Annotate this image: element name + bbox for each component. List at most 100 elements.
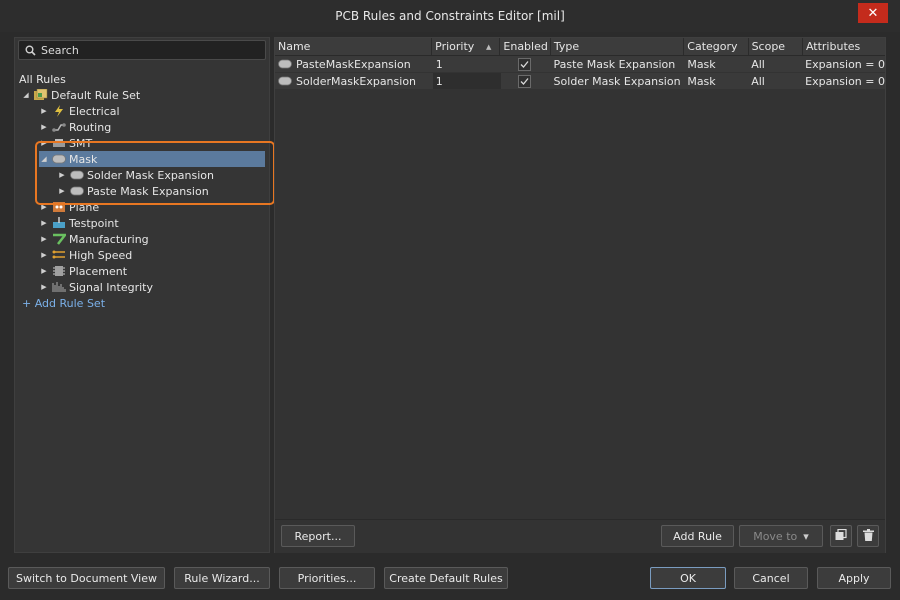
priority-cell: 1 — [432, 73, 501, 89]
apply-button[interactable]: Apply — [817, 567, 891, 589]
high-speed-icon — [52, 249, 66, 261]
tree-item-electrical[interactable]: ▶ Electrical — [39, 103, 120, 119]
cancel-button[interactable]: Cancel — [734, 567, 808, 589]
priorities-button[interactable]: Priorities... — [279, 567, 375, 589]
switch-to-document-view-button[interactable]: Switch to Document View — [8, 567, 165, 589]
attributes-cell: Expansion = 0m — [805, 74, 885, 88]
rule-set-icon — [34, 89, 48, 101]
button-label: Cancel — [752, 571, 790, 585]
rule-name-cell: SolderMaskExpansion — [275, 73, 433, 89]
rule-name: SolderMaskExpansion — [296, 74, 417, 88]
manufacturing-icon — [52, 233, 66, 245]
trash-icon — [862, 528, 874, 544]
tree-item-manufacturing[interactable]: ▶ Manufacturing — [39, 231, 149, 247]
callout-highlight — [35, 141, 275, 205]
move-to-label: Move to — [753, 529, 798, 543]
priority-cell: 1 — [435, 57, 443, 71]
tree-item-label: High Speed — [69, 248, 133, 262]
dropdown-caret-icon: ▾ — [803, 529, 809, 543]
scope-cell: All — [751, 74, 765, 88]
button-label: Create Default Rules — [389, 571, 503, 585]
title-bar: PCB Rules and Constraints Editor [mil] ✕ — [0, 0, 900, 32]
expand-arrow-icon[interactable]: ▶ — [39, 263, 49, 279]
close-icon: ✕ — [867, 5, 879, 21]
category-cell: Mask — [687, 74, 716, 88]
tree-item-default-rule-set[interactable]: ◢ Default Rule Set — [21, 87, 140, 103]
expand-arrow-icon[interactable]: ▶ — [39, 279, 49, 295]
tree-item-high-speed[interactable]: ▶ High Speed — [39, 247, 132, 263]
testpoint-icon — [52, 217, 66, 229]
tree-item-label: Electrical — [69, 104, 120, 118]
column-header-label: Priority — [435, 40, 475, 53]
rules-list-panel: Name Priority ▲ Enabled Type Category Sc… — [274, 37, 886, 553]
column-header-category[interactable]: Category — [684, 38, 749, 55]
tree-item-label: Signal Integrity — [69, 280, 153, 294]
search-icon — [19, 45, 41, 56]
enabled-cell — [501, 73, 551, 89]
column-header-type[interactable]: Type — [551, 38, 685, 55]
rule-wizard-button[interactable]: Rule Wizard... — [174, 567, 270, 589]
search-input[interactable] — [41, 43, 251, 57]
expand-arrow-icon[interactable]: ▶ — [39, 103, 49, 119]
rule-name: PasteMaskExpansion — [296, 57, 411, 71]
type-cell: Paste Mask Expansion — [553, 57, 676, 71]
column-header-priority[interactable]: Priority ▲ — [432, 38, 501, 55]
enabled-checkbox[interactable] — [517, 57, 531, 71]
button-label: Switch to Document View — [16, 571, 157, 585]
table-row[interactable]: PasteMaskExpansion 1 Paste Mask Expansio… — [275, 56, 885, 73]
type-cell: Solder Mask Expansion — [553, 74, 681, 88]
rule-name-cell: PasteMaskExpansion — [275, 56, 433, 72]
button-label: Priorities... — [297, 571, 357, 585]
tree-item-label: Testpoint — [69, 216, 119, 230]
enabled-cell — [501, 56, 551, 72]
table-row[interactable]: SolderMaskExpansion 1 Solder Mask Expans… — [275, 73, 885, 90]
panel-button-bar: Report... Add Rule Move to ▾ — [275, 519, 885, 553]
report-button[interactable]: Report... — [281, 525, 355, 547]
rules-tree-panel: All Rules ◢ Default Rule Set ▶ Electrica… — [14, 37, 270, 553]
duplicate-rule-button[interactable] — [830, 525, 852, 547]
search-box[interactable] — [18, 40, 266, 60]
tree-item-label: Manufacturing — [69, 232, 149, 246]
tree-item-testpoint[interactable]: ▶ Testpoint — [39, 215, 119, 231]
expand-arrow-icon[interactable]: ▶ — [39, 231, 49, 247]
mask-rule-icon — [278, 58, 292, 70]
attributes-cell: Expansion = 0m — [805, 57, 885, 71]
column-header-attributes[interactable]: Attributes — [803, 38, 885, 55]
add-rule-button[interactable]: Add Rule — [661, 525, 734, 547]
tree-item-placement[interactable]: ▶ Placement — [39, 263, 127, 279]
tree-item-label: Routing — [69, 120, 112, 134]
ok-button[interactable]: OK — [650, 567, 726, 589]
collapse-arrow-icon[interactable]: ◢ — [21, 87, 31, 103]
expand-arrow-icon[interactable]: ▶ — [39, 119, 49, 135]
electrical-icon — [52, 105, 66, 117]
create-default-rules-button[interactable]: Create Default Rules — [384, 567, 508, 589]
placement-icon — [52, 265, 66, 277]
button-label: Apply — [838, 571, 870, 585]
column-header-scope[interactable]: Scope — [749, 38, 803, 55]
move-to-button[interactable]: Move to ▾ — [739, 525, 823, 547]
tree-item-routing[interactable]: ▶ Routing — [39, 119, 111, 135]
sort-ascending-icon: ▲ — [486, 42, 492, 51]
rules-table: Name Priority ▲ Enabled Type Category Sc… — [275, 38, 885, 90]
category-cell: Mask — [687, 57, 716, 71]
routing-icon — [52, 121, 66, 133]
button-label: OK — [680, 571, 696, 585]
button-label: Rule Wizard... — [184, 571, 260, 585]
tree-root[interactable]: All Rules — [19, 71, 66, 87]
expand-arrow-icon[interactable]: ▶ — [39, 215, 49, 231]
tree-item-signal-integrity[interactable]: ▶ Signal Integrity — [39, 279, 153, 295]
duplicate-icon — [835, 528, 847, 544]
window-title: PCB Rules and Constraints Editor [mil] — [335, 9, 565, 23]
column-header-name[interactable]: Name — [275, 38, 433, 55]
scope-cell: All — [751, 57, 765, 71]
delete-rule-button[interactable] — [857, 525, 879, 547]
add-rule-set-link[interactable]: + Add Rule Set — [22, 295, 105, 311]
expand-arrow-icon[interactable]: ▶ — [39, 247, 49, 263]
column-header-enabled[interactable]: Enabled — [500, 38, 551, 55]
mask-rule-icon — [278, 75, 292, 87]
tree-item-label: Default Rule Set — [51, 88, 141, 102]
tree-root-label: All Rules — [19, 72, 66, 86]
table-header: Name Priority ▲ Enabled Type Category Sc… — [275, 38, 885, 56]
enabled-checkbox[interactable] — [517, 74, 531, 88]
close-button[interactable]: ✕ — [858, 3, 888, 23]
